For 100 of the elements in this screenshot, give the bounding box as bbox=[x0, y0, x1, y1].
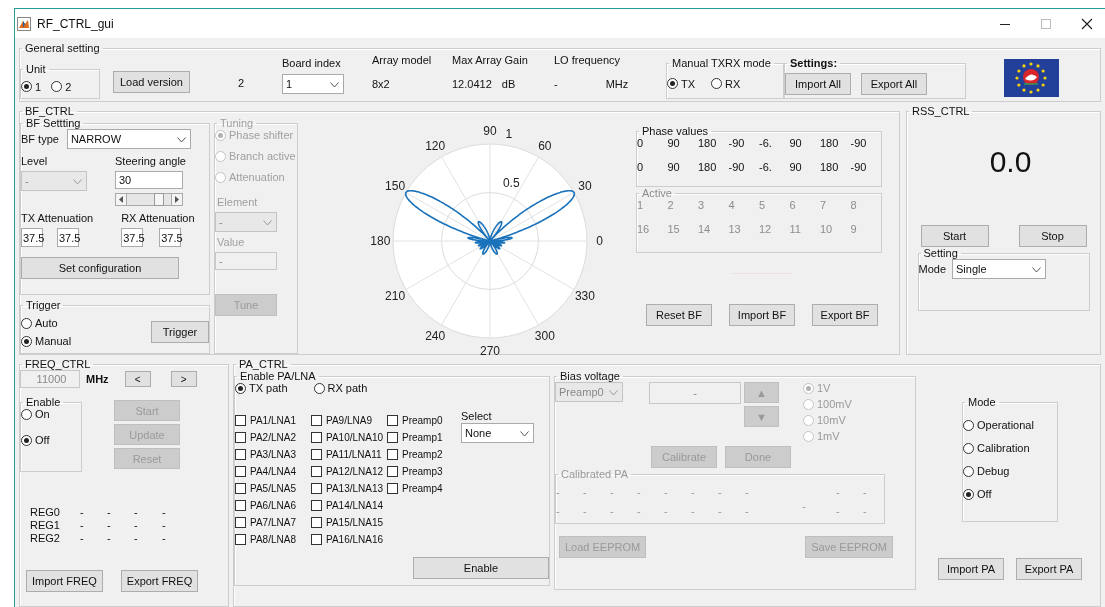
freq-file-button[interactable]: Import FREQ bbox=[26, 570, 103, 592]
radius-label: 0.5 bbox=[502, 175, 520, 190]
radio-label: 2 bbox=[65, 80, 72, 93]
checkbox-label: PA1/LNA1 bbox=[250, 414, 296, 426]
register-value: - bbox=[134, 506, 139, 518]
radio-button[interactable] bbox=[21, 81, 32, 92]
checkbox[interactable] bbox=[387, 448, 398, 460]
radio-label: Auto bbox=[35, 317, 58, 329]
checkbox[interactable] bbox=[235, 516, 246, 528]
checkbox-label: PA7/LNA7 bbox=[250, 516, 296, 528]
pa-file-button[interactable]: Import PA bbox=[938, 558, 1004, 580]
trigger-button[interactable]: Trigger bbox=[151, 321, 209, 343]
slider-thumb[interactable] bbox=[153, 193, 164, 206]
attenuation-field[interactable]: 37.5 bbox=[159, 228, 182, 247]
checkbox[interactable] bbox=[311, 465, 322, 477]
close-icon[interactable] bbox=[1081, 17, 1093, 30]
element-number: 4 bbox=[728, 199, 735, 211]
slider-left-button[interactable] bbox=[115, 193, 127, 206]
radio-button[interactable] bbox=[667, 78, 678, 89]
rss-button[interactable]: Start bbox=[920, 225, 989, 247]
checkbox-label: PA11/LNA11 bbox=[326, 448, 382, 460]
attenuation-field[interactable]: 37.5 bbox=[121, 228, 144, 247]
radio-button[interactable] bbox=[51, 81, 63, 92]
checkbox[interactable] bbox=[311, 448, 322, 460]
checkbox[interactable] bbox=[387, 414, 398, 426]
checkbox[interactable] bbox=[387, 465, 398, 477]
group-title: Enable PA/LNA bbox=[239, 370, 317, 382]
checkbox[interactable] bbox=[311, 499, 322, 511]
steering-angle-field[interactable]: 30 bbox=[115, 171, 183, 189]
radio-button[interactable] bbox=[963, 419, 974, 431]
calibrated-value: - bbox=[691, 505, 696, 519]
checkbox[interactable] bbox=[235, 482, 246, 494]
angle-label: 30 bbox=[578, 179, 592, 194]
radio-button[interactable] bbox=[21, 434, 32, 446]
settings-button[interactable]: Export All bbox=[861, 72, 927, 95]
panel-title: BF_CTRL bbox=[24, 105, 75, 117]
select-dropdown[interactable]: None bbox=[461, 423, 534, 443]
checkbox[interactable] bbox=[235, 465, 246, 477]
checkbox[interactable] bbox=[311, 431, 322, 443]
load-version-button[interactable]: Load version bbox=[113, 71, 190, 93]
group-title: Trigger bbox=[25, 299, 62, 311]
group-title: Bias voltage bbox=[559, 370, 621, 382]
caret-icon bbox=[176, 137, 186, 143]
settings-button[interactable]: Import All bbox=[785, 72, 851, 95]
radio-button[interactable] bbox=[21, 317, 32, 329]
register-value: - bbox=[162, 506, 167, 518]
checkbox-label: PA8/LNA8 bbox=[250, 533, 296, 545]
enable-button[interactable]: Enable bbox=[413, 557, 549, 579]
field-label: Max Array Gain bbox=[452, 54, 529, 66]
register-value: - bbox=[162, 519, 167, 531]
element-number: 16 bbox=[637, 223, 650, 235]
radio-button[interactable] bbox=[963, 442, 974, 454]
mode-dropdown[interactable]: Single bbox=[952, 259, 1047, 279]
checkbox[interactable] bbox=[311, 533, 322, 545]
checkbox[interactable] bbox=[235, 533, 246, 545]
phase-value: 90 bbox=[789, 137, 802, 149]
group-title: Phase values bbox=[641, 125, 710, 137]
rss-button[interactable]: Stop bbox=[1018, 225, 1087, 247]
radio-button[interactable] bbox=[963, 465, 974, 477]
board-index-dropdown[interactable]: 1 bbox=[282, 74, 344, 94]
bf-action-button[interactable]: Export BF bbox=[812, 304, 878, 326]
element-number: 13 bbox=[728, 223, 741, 235]
register-value: - bbox=[107, 532, 112, 544]
right-arrow-icon bbox=[175, 196, 179, 203]
calibrated-value: - bbox=[718, 486, 723, 500]
field-label: LO frequency bbox=[554, 54, 622, 66]
checkbox[interactable] bbox=[235, 448, 246, 460]
attenuation-field[interactable]: 37.5 bbox=[57, 228, 79, 247]
bf-action-button[interactable]: Reset BF bbox=[646, 304, 712, 326]
checkbox[interactable] bbox=[311, 414, 322, 426]
bf-action-button[interactable]: Import BF bbox=[729, 304, 795, 326]
checkbox-label: PA12/LNA12 bbox=[326, 465, 384, 477]
radio-button[interactable] bbox=[21, 335, 32, 347]
field-label: Steering angle bbox=[115, 155, 186, 167]
radio-button[interactable] bbox=[313, 382, 325, 394]
radio-button[interactable] bbox=[21, 408, 32, 420]
attenuation-field[interactable]: 37.5 bbox=[21, 228, 43, 247]
freq-file-button[interactable]: Export FREQ bbox=[120, 570, 199, 592]
radio-button[interactable] bbox=[711, 78, 723, 89]
checkbox[interactable] bbox=[235, 431, 246, 443]
next-button[interactable]: > bbox=[170, 371, 197, 387]
calibrated-value: - bbox=[745, 486, 750, 500]
checkbox[interactable] bbox=[387, 431, 398, 443]
slider-right-button[interactable] bbox=[171, 193, 183, 206]
radio-button[interactable] bbox=[235, 382, 246, 394]
bf-type-dropdown[interactable]: NARROW bbox=[66, 129, 191, 149]
radio-button[interactable] bbox=[963, 488, 974, 500]
checkbox[interactable] bbox=[311, 482, 322, 494]
previous-button[interactable]: < bbox=[124, 371, 151, 387]
phase-value: 0 bbox=[637, 137, 644, 149]
radio-label: Manual bbox=[35, 335, 72, 347]
set-configuration-button[interactable]: Set configuration bbox=[21, 257, 179, 279]
checkbox[interactable] bbox=[387, 482, 398, 494]
calibrated-value: - bbox=[691, 486, 696, 500]
pa-file-button[interactable]: Export PA bbox=[1016, 558, 1082, 580]
checkbox[interactable] bbox=[311, 516, 322, 528]
checkbox[interactable] bbox=[235, 414, 246, 426]
checkbox[interactable] bbox=[235, 499, 246, 511]
phase-value: -6. bbox=[759, 137, 772, 149]
checkbox-label: Preamp3 bbox=[402, 465, 443, 477]
